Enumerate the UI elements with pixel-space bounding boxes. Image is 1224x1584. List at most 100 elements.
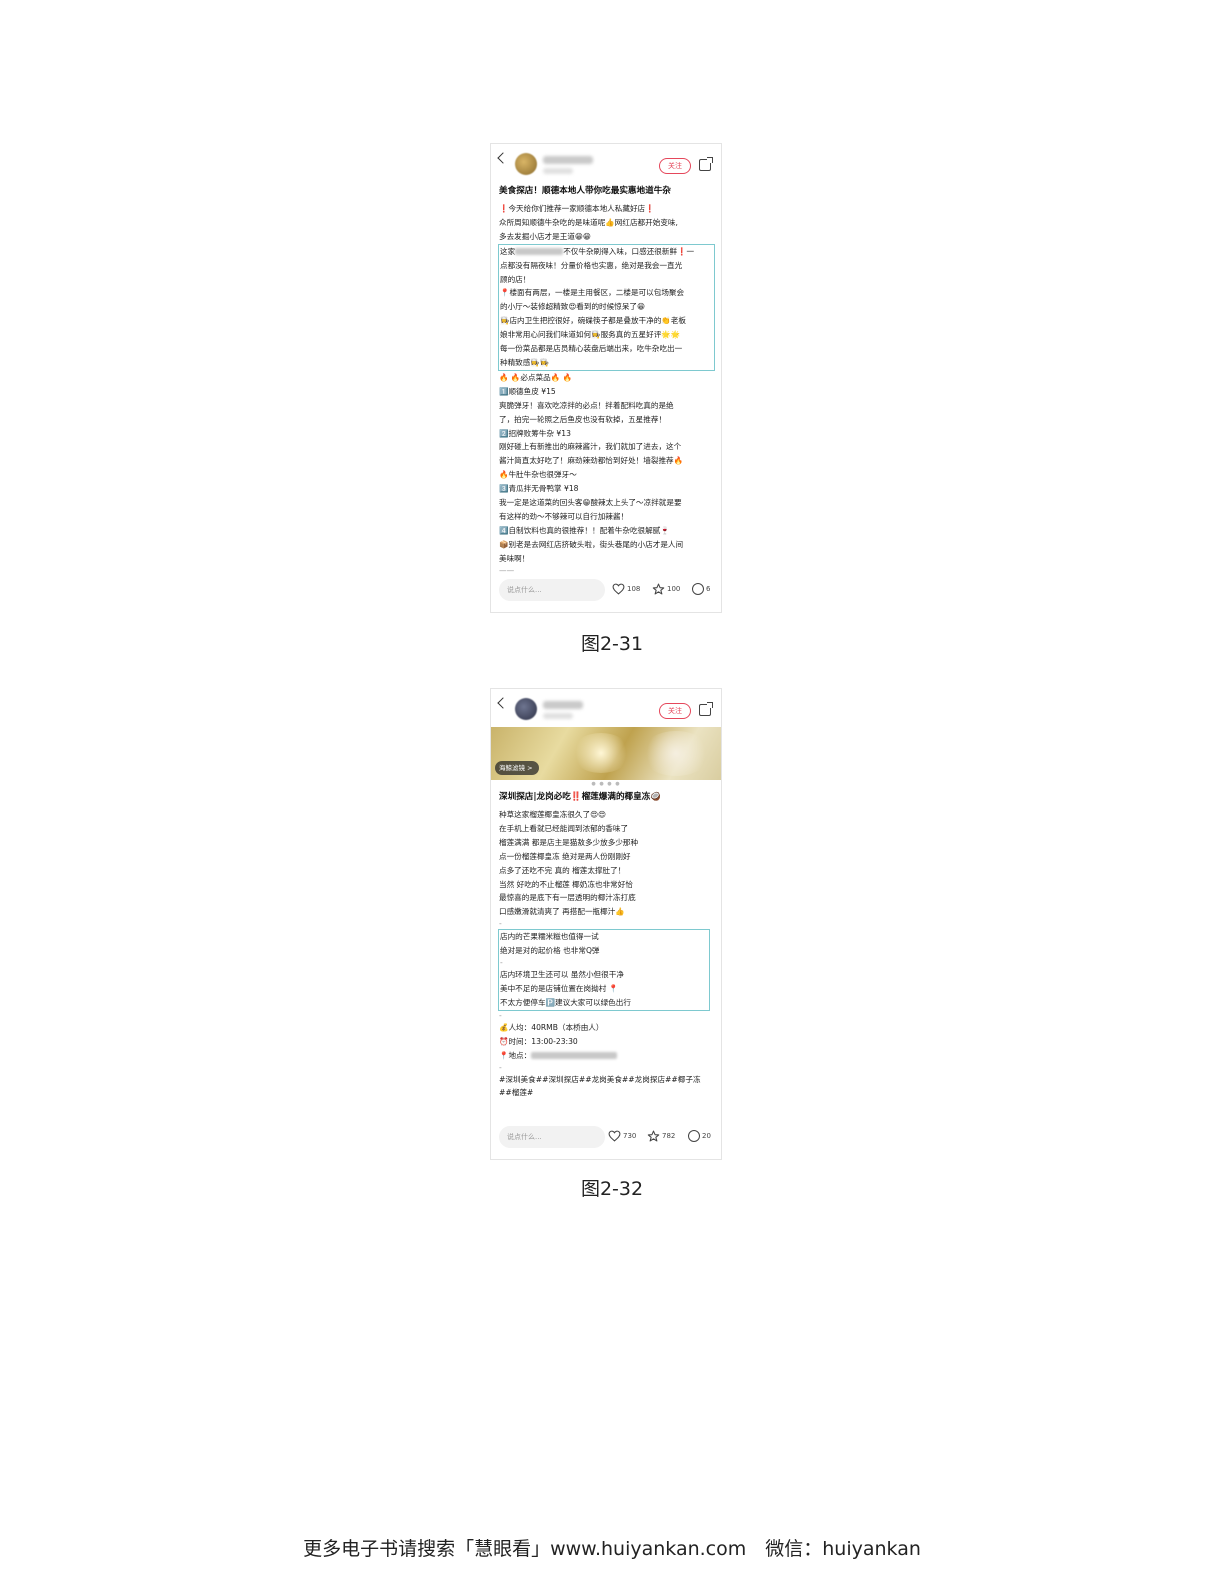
shop-name-blurred (515, 248, 564, 256)
comment-input[interactable]: 说点什么... (499, 1126, 605, 1148)
divider: - (499, 919, 502, 929)
text-line: 1️⃣顺德鱼皮 ¥15 (499, 386, 556, 396)
comment-button[interactable]: 20 (688, 1129, 711, 1143)
text-line: 这家 不仅牛杂刷得入味，口感还很新鲜❗一 (500, 245, 713, 259)
text-line: 🔥牛肚牛杂也很弹牙～ (499, 470, 577, 480)
text-line: 👩‍🍳店内卫生把控很好，碗碟筷子都是叠放干净的👏老板 (500, 316, 686, 326)
collect-button[interactable]: 100 (652, 582, 680, 596)
text-line: 种草这家榴莲椰皇冻很久了😍😍 (499, 810, 606, 819)
post-header: 关注 (491, 144, 721, 182)
text-line: 顾的店！ (500, 274, 531, 284)
screenshot-post-2: 关注 海鲸滤镜 > ● ● ● ● 深圳探店|龙岗必吃‼️榴莲爆满的椰皇冻🥥 种… (490, 688, 722, 1160)
text-line: 🔥 🔥必点菜品🔥 🔥 (499, 372, 573, 382)
post-title: 美食探店！顺德本地人带你吃最实惠地道牛杂 (499, 186, 671, 196)
text-line: 点都没有隔夜味！分量价格也实惠，绝对是我会一直光 (500, 260, 683, 270)
post-header: 关注 (491, 689, 721, 727)
comment-icon (688, 1130, 700, 1142)
info-address-label: 📍地点： (499, 1050, 532, 1060)
comment-input[interactable]: 说点什么... (499, 579, 605, 601)
text-line: 点一份榴莲椰皇冻 绝对是两人份刚刚好 (499, 851, 631, 861)
hashtags[interactable]: #深圳美食##深圳探店##龙岗美食##龙岗探店##椰子冻 (499, 1073, 714, 1087)
hashtags[interactable]: ##榴莲# (499, 1086, 714, 1100)
comment-icon (692, 583, 704, 595)
like-count: 108 (627, 585, 641, 593)
intro-text: ❗今天给你们推荐一家顺德本地人私藏好店❗ 众所周知顺德牛杂吃的是味道呢👍网红店都… (499, 202, 714, 244)
username-blurred (543, 701, 583, 709)
share-icon[interactable] (699, 702, 713, 716)
follow-button[interactable]: 关注 (659, 703, 691, 719)
text-line: 点多了还吃不完 真的 榴莲太撑肚了！ (499, 865, 626, 875)
figure-caption: 图2-31 (580, 633, 644, 655)
text-line: 店内环境卫生还可以 虽然小但很干净 (500, 970, 624, 980)
figure-caption: 图2-32 (580, 1178, 644, 1200)
like-count: 730 (623, 1132, 637, 1140)
text-line: 3️⃣青瓜拌无骨鸭掌 ¥18 (499, 484, 579, 494)
post-body: 深圳探店|龙岗必吃‼️榴莲爆满的椰皇冻🥥 种草这家榴莲椰皇冻很久了😍😍 在手机上… (491, 790, 721, 1100)
menu-text: 🔥 🔥必点菜品🔥 🔥 1️⃣顺德鱼皮 ¥15 爽脆弹牙！喜欢吃凉拌的必点！拌着配… (499, 371, 714, 576)
avatar[interactable] (515, 698, 537, 720)
address-blurred (531, 1052, 618, 1060)
divider: - (500, 958, 503, 968)
star-icon (647, 1130, 660, 1142)
heart-icon (612, 583, 625, 595)
text-line: 娘非常用心问我们味道如何👩‍🍳服务真的五星好评🌟🌟 (500, 330, 681, 340)
text-line: 多去发掘小店才是王道😁😁 (499, 231, 591, 241)
text-line: 榴莲满满 都是店主是猫敖多少放多少那种 (499, 837, 639, 847)
back-icon[interactable] (497, 697, 509, 709)
text-line: 最惊喜的是底下有一层透明的椰汁冻打底 (499, 893, 636, 903)
heart-icon (608, 1130, 621, 1142)
text-line: 爽脆弹牙！喜欢吃凉拌的必点！拌着配料吃真的是绝 (499, 400, 674, 410)
interaction-bar: 说点什么... 730 782 20 (491, 1125, 721, 1149)
avatar[interactable] (515, 153, 537, 175)
collect-count: 782 (662, 1132, 676, 1140)
like-button[interactable]: 730 (608, 1129, 636, 1143)
post-cover-image[interactable]: 海鲸滤镜 > (491, 727, 721, 780)
highlighted-text-box: 这家 不仅牛杂刷得入味，口感还很新鲜❗一 点都没有隔夜味！分量价格也实惠，绝对是我… (498, 243, 715, 371)
collect-button[interactable]: 782 (647, 1129, 675, 1143)
shop-info: - 💰人均：40RMB（本桥由人） ⏰时间：13:00-23:30 📍地点： -… (499, 1011, 714, 1101)
text-line: ❗今天给你们推荐一家顺德本地人私藏好店❗ (499, 204, 655, 213)
post-title: 深圳探店|龙岗必吃‼️榴莲爆满的椰皇冻🥥 (499, 792, 662, 802)
user-subtitle-blurred (543, 168, 573, 174)
user-subtitle-blurred (543, 713, 573, 719)
text-line: 当然 好吃的不止榴莲 椰奶冻也非常好恰 (499, 879, 633, 889)
share-icon[interactable] (699, 157, 713, 171)
divider: —— (499, 565, 515, 575)
text-line: 店内的芒果糯米糍也值得一试 (500, 932, 599, 942)
collect-count: 100 (667, 585, 681, 593)
text-line: 2️⃣招牌败筹牛杂 ¥13 (499, 428, 571, 438)
highlighted-text-box: 店内的芒果糯米糍也值得一试 绝对是对的起价格 也非常Q弹 - 店内环境卫生还可以… (498, 929, 710, 1011)
screenshot-post-1: 关注 美食探店！顺德本地人带你吃最实惠地道牛杂 ❗今天给你们推荐一家顺德本地人私… (490, 143, 722, 613)
divider: - (499, 1062, 502, 1072)
intro-text: 种草这家榴莲椰皇冻很久了😍😍 在手机上看就已经能闻到浓郁的香味了 榴莲满满 都是… (499, 808, 714, 929)
follow-button[interactable]: 关注 (659, 158, 691, 174)
comment-button[interactable]: 6 (692, 582, 710, 596)
text-line: 绝对是对的起价格 也非常Q弹 (500, 946, 600, 956)
text-line: 不太方便停车🅿️建议大家可以绿色出行 (500, 997, 631, 1007)
username-blurred (543, 156, 593, 164)
text-line: 每一份菜品都是店员精心装盘后端出来，吃牛杂吃出一 (500, 344, 683, 354)
text-line: 口感嫩滑就清爽了 再搭配一瓶椰汁👍 (499, 907, 625, 917)
filter-tag[interactable]: 海鲸滤镜 > (495, 761, 539, 775)
post-body: 美食探店！顺德本地人带你吃最实惠地道牛杂 ❗今天给你们推荐一家顺德本地人私藏好店… (491, 184, 721, 576)
text-line: 了，拍完一轮照之后鱼皮也没有软掉，五星推荐！ (499, 414, 667, 424)
text-line: 酱汁简直太好吃了！麻劲辣劲都恰到好处！墙裂推荐🔥 (499, 456, 684, 466)
page-footer: 更多电子书请搜索「慧眼看」www.huiyankan.com 微信：huiyan… (303, 1538, 921, 1560)
text-line: 刚好碰上有新推出的麻辣酱汁，我们就加了进去，这个 (499, 442, 682, 452)
text-line: 众所周知顺德牛杂吃的是味道呢👍网红店都开始变味, (499, 217, 678, 227)
text-line: 我一定是这道菜的回头客😁酸辣太上头了～凉拌就是要 (499, 498, 682, 508)
text-line: 美味啊！ (499, 553, 530, 563)
like-button[interactable]: 108 (612, 582, 640, 596)
info-price: 💰人均：40RMB（本桥由人） (499, 1022, 604, 1032)
info-address: 📍地点： (499, 1049, 714, 1063)
comment-count: 6 (706, 585, 711, 593)
star-icon (652, 583, 665, 595)
text-fragment: 这家 (500, 246, 516, 256)
back-icon[interactable] (497, 152, 509, 164)
text-line: 种精致感👩‍🍳👩‍🍳 (500, 357, 550, 367)
comment-count: 20 (702, 1132, 711, 1140)
text-line: 📍楼面有两层，一楼是主用餐区，二楼是可以包场聚会 (500, 288, 685, 298)
divider: - (499, 1010, 502, 1020)
interaction-bar: 说点什么... 108 100 6 (491, 578, 721, 602)
image-pager-dots: ● ● ● ● (591, 781, 621, 787)
